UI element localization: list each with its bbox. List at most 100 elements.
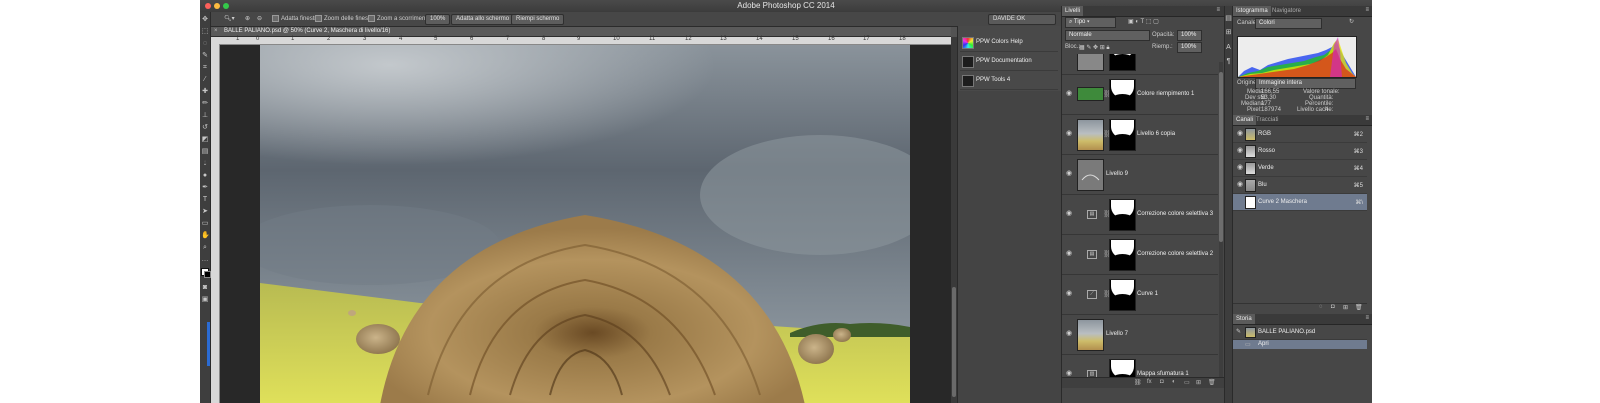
new-channel-icon[interactable]: ⊞: [1343, 304, 1348, 311]
history-step-row[interactable]: ▭ Apri: [1233, 340, 1367, 349]
layers-scrollbar[interactable]: [1219, 62, 1223, 387]
visibility-eye-icon[interactable]: ◉: [1065, 250, 1073, 258]
layer-row[interactable]: ◉ Livello 9: [1062, 154, 1218, 195]
eyedropper-tool-icon[interactable]: ⁄: [201, 76, 209, 84]
ppw-colors-help-item[interactable]: PPW Colors Help: [960, 34, 1058, 52]
fill-screen-button[interactable]: Riempi schermo: [511, 14, 565, 25]
more-tools-icon[interactable]: …: [201, 256, 209, 264]
stamp-tool-icon[interactable]: ⊥: [201, 112, 209, 120]
history-brush-icon[interactable]: ↺: [201, 124, 209, 132]
layer-row[interactable]: ◉ ⛓︎ Colore riempimento 1: [1062, 74, 1218, 115]
channel-row-red[interactable]: ◉ Rosso ⌘3: [1233, 143, 1367, 160]
layer-row[interactable]: [1062, 54, 1218, 75]
panel-menu-icon[interactable]: ≡: [1365, 315, 1369, 321]
scrubby-zoom-checkbox[interactable]: Zoom a scorrimento: [368, 15, 430, 22]
adjustment-layer-icon[interactable]: ◐: [1172, 379, 1176, 385]
zoom-in-icon[interactable]: ⊕: [245, 15, 250, 22]
pen-tool-icon[interactable]: ✒: [201, 184, 209, 192]
shape-tool-icon[interactable]: ▭: [201, 220, 209, 228]
healing-tool-icon[interactable]: ✚: [201, 88, 209, 96]
fill-input[interactable]: 100%: [1177, 42, 1202, 53]
paragraph-panel-icon[interactable]: ¶: [1225, 58, 1232, 65]
link-layers-icon[interactable]: ⛓︎: [1134, 379, 1142, 386]
tab-history[interactable]: Storia: [1233, 314, 1255, 324]
eraser-tool-icon[interactable]: ◩: [201, 136, 209, 144]
tab-paths[interactable]: Tracciati: [1253, 115, 1281, 125]
quick-mask-icon[interactable]: ◙: [201, 284, 209, 292]
document-tab[interactable]: × BALLE PALIANO.psd @ 50% (Curve 2, Masc…: [211, 27, 951, 37]
layer-row[interactable]: ◉ ▤ ⛓︎ Correzione colore selettiva 2: [1062, 234, 1218, 275]
channel-select[interactable]: Colori: [1255, 18, 1322, 29]
layer-row[interactable]: ◉ ▥ Mappa sfumatura 1: [1062, 354, 1218, 377]
visibility-eye-icon[interactable]: ◉: [1065, 130, 1073, 138]
channel-row-rgb[interactable]: ◉ RGB ⌘2: [1233, 126, 1367, 143]
fit-window-checkbox[interactable]: Adatta finestre: [272, 15, 320, 22]
new-layer-icon[interactable]: ⊞: [1196, 379, 1201, 386]
layer-row[interactable]: ◉ ▤ ⛓︎ Correzione colore selettiva 3: [1062, 194, 1218, 235]
visibility-eye-icon[interactable]: ◉: [1236, 130, 1244, 138]
brush-tool-icon[interactable]: ✏: [201, 100, 209, 108]
layer-row[interactable]: ◉ ⟋ ⛓︎ Curve 1: [1062, 274, 1218, 315]
path-select-tool-icon[interactable]: ➤: [201, 208, 209, 216]
zoom-out-icon[interactable]: ⊖: [257, 15, 262, 22]
history-brush-source-icon[interactable]: ✎: [1236, 328, 1241, 335]
gradient-tool-icon[interactable]: ▤: [201, 148, 209, 156]
close-tab-icon[interactable]: ×: [214, 28, 218, 34]
workspace-select[interactable]: DAVIDE OK: [988, 14, 1056, 25]
document-image[interactable]: [260, 45, 910, 403]
panel-icon[interactable]: ⊞: [1225, 28, 1232, 36]
zoom-all-checkbox[interactable]: Zoom delle finestre: [315, 15, 375, 22]
visibility-eye-icon[interactable]: ◉: [1065, 290, 1073, 298]
fit-screen-button[interactable]: Adatta allo schermo: [451, 14, 515, 25]
visibility-eye-icon[interactable]: ◉: [1065, 170, 1073, 178]
character-panel-icon[interactable]: A: [1225, 44, 1232, 51]
blend-mode-select[interactable]: Normale: [1065, 30, 1150, 41]
zoom-tool-icon[interactable]: 🔍︎▾: [224, 15, 235, 22]
background-color-swatch[interactable]: [204, 271, 211, 278]
visibility-eye-icon[interactable]: ◉: [1065, 370, 1073, 377]
crop-tool-icon[interactable]: ⌗: [201, 64, 209, 72]
filter-icons[interactable]: ▣ ◐ T ⬚ ▢: [1128, 18, 1159, 25]
visibility-eye-icon[interactable]: ◉: [1236, 164, 1244, 172]
lasso-tool-icon[interactable]: ◌: [201, 40, 209, 48]
add-mask-icon[interactable]: ◘: [1160, 379, 1164, 385]
ppw-documentation-item[interactable]: PPW Documentation: [960, 53, 1058, 71]
fx-icon[interactable]: fx: [1147, 379, 1152, 385]
tab-layers[interactable]: Livelli: [1062, 6, 1084, 16]
dodge-tool-icon[interactable]: ●: [201, 172, 209, 180]
refresh-icon[interactable]: ↻: [1349, 18, 1354, 25]
visibility-eye-icon[interactable]: ◉: [1236, 181, 1244, 189]
blur-tool-icon[interactable]: 💧︎: [201, 160, 209, 168]
visibility-eye-icon[interactable]: ◉: [1236, 147, 1244, 155]
visibility-eye-icon[interactable]: ◉: [1065, 330, 1073, 338]
screen-mode-icon[interactable]: ▣: [201, 296, 209, 304]
zoom-100-button[interactable]: 100%: [425, 14, 451, 25]
layer-row[interactable]: ◉ Livello 7: [1062, 314, 1218, 355]
trash-icon[interactable]: 🗑︎: [1355, 304, 1363, 311]
load-selection-icon[interactable]: ◌: [1319, 304, 1323, 310]
canvas-area[interactable]: [220, 45, 951, 403]
marquee-tool-icon[interactable]: ⬚: [201, 28, 209, 36]
opacity-input[interactable]: 100%: [1177, 30, 1202, 41]
trash-icon[interactable]: 🗑︎: [1208, 379, 1216, 386]
tab-histogram[interactable]: Istogramma: [1233, 6, 1271, 16]
hand-tool-icon[interactable]: ✋: [201, 232, 210, 240]
visibility-eye-icon[interactable]: ◉: [1065, 210, 1073, 218]
layer-row[interactable]: ◉ ⛓︎ Livello 6 copia: [1062, 114, 1218, 155]
tab-navigator[interactable]: Navigatore: [1269, 6, 1304, 16]
new-group-icon[interactable]: ▭: [1184, 379, 1190, 386]
panel-menu-icon[interactable]: ≡: [1365, 116, 1369, 122]
ppw-tools-item[interactable]: PPW Tools 4: [960, 72, 1058, 90]
visibility-eye-icon[interactable]: ◉: [1065, 90, 1073, 98]
channel-row-green[interactable]: ◉ Verde ⌘4: [1233, 160, 1367, 177]
source-select[interactable]: Immagine intera: [1255, 78, 1356, 89]
panel-menu-icon[interactable]: ≡: [1365, 7, 1369, 13]
history-snapshot-row[interactable]: ✎ BALLE PALIANO.psd: [1233, 325, 1367, 340]
layer-filter-select[interactable]: ⌕ Tipo ▾: [1065, 17, 1116, 28]
channel-row-curve-mask[interactable]: Curve 2 Maschera ⌘\: [1233, 194, 1367, 211]
channel-row-blue[interactable]: ◉ Blu ⌘5: [1233, 177, 1367, 194]
quick-select-tool-icon[interactable]: ✎: [201, 52, 209, 60]
save-selection-icon[interactable]: ◘: [1331, 304, 1335, 310]
lock-icons[interactable]: ▦ ✎ ✥ ⊞ 🔒︎: [1079, 44, 1110, 52]
panel-icon[interactable]: ▤: [1225, 14, 1232, 22]
